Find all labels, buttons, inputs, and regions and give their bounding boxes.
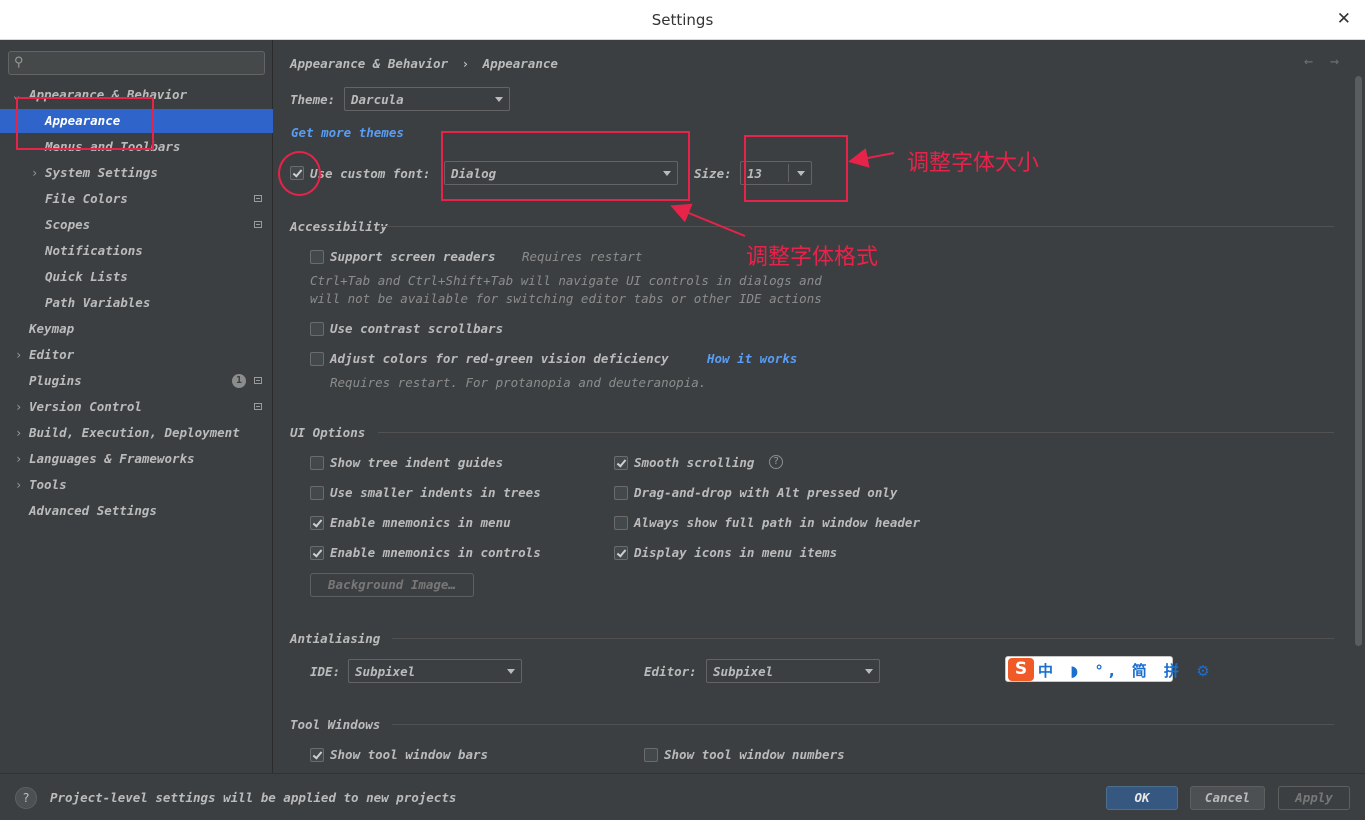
annotation-arrow-size — [848, 148, 895, 168]
annotation-arrows — [670, 148, 895, 237]
annotation-font-text: 调整字体格式 — [746, 245, 879, 270]
annotation-arrow-font — [670, 203, 746, 237]
ime-status[interactable]: 中 ◗ °, 简 拼 ⚙ — [1038, 660, 1216, 681]
ime-toolbar[interactable]: S 中 ◗ °, 简 拼 ⚙ — [1005, 656, 1210, 682]
sogou-logo-icon: S — [1008, 658, 1034, 681]
annotation-size-text: 调整字体大小 — [907, 151, 1040, 176]
